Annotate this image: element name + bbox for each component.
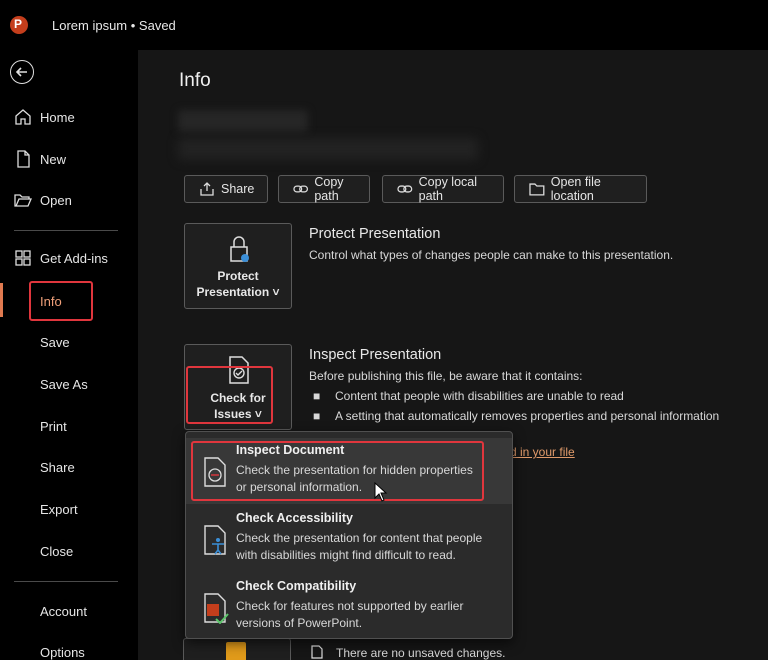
sidebar-item-export[interactable]: Export bbox=[0, 491, 138, 527]
sidebar-item-open[interactable]: Open bbox=[0, 182, 138, 218]
inspect-heading: Inspect Presentation bbox=[309, 347, 442, 363]
versions-status-text: There are no unsaved changes. bbox=[336, 646, 506, 660]
sidebar-item-get-add-ins[interactable]: Get Add-ins bbox=[0, 240, 138, 276]
open-file-location-button[interactable]: Open file location bbox=[514, 175, 647, 203]
share-button[interactable]: Share bbox=[184, 175, 268, 203]
file-icon bbox=[311, 645, 323, 659]
sidebar-item-options[interactable]: Options bbox=[0, 634, 138, 660]
bullet-marker: ■ bbox=[313, 409, 321, 423]
arrow-left-icon bbox=[15, 67, 27, 77]
menu-item-check-compatibility[interactable]: Check Compatibility Check for features n… bbox=[186, 574, 512, 640]
title-bar: Lorem ipsum • Saved bbox=[0, 0, 768, 50]
protect-presentation-button[interactable]: Protect Presentation ˅ bbox=[184, 223, 292, 309]
blurred-file-name bbox=[178, 110, 308, 132]
sidebar-item-save-as[interactable]: Save As bbox=[0, 366, 138, 402]
new-document-icon bbox=[17, 150, 30, 168]
inspect-description: Before publishing this file, be aware th… bbox=[309, 369, 583, 383]
accessibility-icon bbox=[204, 525, 226, 555]
share-icon bbox=[200, 182, 214, 196]
sidebar-divider bbox=[14, 581, 118, 582]
powerpoint-logo-icon bbox=[10, 16, 28, 34]
link-icon bbox=[397, 185, 413, 193]
sidebar-item-share[interactable]: Share bbox=[0, 449, 138, 485]
window-title: Lorem ipsum • Saved bbox=[52, 17, 176, 33]
compatibility-icon bbox=[204, 593, 229, 624]
sidebar-item-home[interactable]: Home bbox=[0, 99, 138, 135]
folder-icon bbox=[529, 183, 545, 196]
blurred-file-path bbox=[178, 138, 478, 160]
copy-path-button[interactable]: Copy path bbox=[278, 175, 370, 203]
document-icon bbox=[226, 642, 246, 660]
page-title: Info bbox=[179, 70, 211, 91]
sidebar-item-new[interactable]: New bbox=[0, 141, 138, 177]
sidebar-item-save[interactable]: Save bbox=[0, 324, 138, 360]
add-ins-icon bbox=[15, 250, 31, 266]
backstage-sidebar: Home New Open Get Add-ins Info Save Save… bbox=[0, 50, 138, 660]
back-button[interactable] bbox=[10, 60, 34, 84]
bullet-marker: ■ bbox=[313, 389, 321, 403]
check-for-issues-highlight bbox=[186, 366, 273, 424]
inspect-link[interactable]: d in your file bbox=[510, 445, 575, 459]
inspect-bullet: Content that people with disabilities ar… bbox=[335, 389, 624, 403]
inspect-document-highlight bbox=[191, 441, 484, 501]
sidebar-item-close[interactable]: Close bbox=[0, 533, 138, 569]
sidebar-divider bbox=[14, 230, 118, 231]
protect-heading: Protect Presentation bbox=[309, 226, 441, 242]
home-icon bbox=[15, 109, 31, 125]
link-icon bbox=[293, 185, 309, 193]
sidebar-item-print[interactable]: Print bbox=[0, 408, 138, 444]
protect-description: Control what types of changes people can… bbox=[309, 248, 674, 262]
copy-local-path-button[interactable]: Copy local path bbox=[382, 175, 504, 203]
sidebar-item-info[interactable]: Info bbox=[0, 283, 138, 319]
lock-icon bbox=[230, 236, 249, 262]
sidebar-item-account[interactable]: Account bbox=[0, 593, 138, 629]
folder-open-icon bbox=[14, 194, 32, 207]
mouse-cursor-icon bbox=[374, 482, 388, 502]
inspect-bullet: A setting that automatically removes pro… bbox=[335, 409, 720, 423]
menu-item-check-accessibility[interactable]: Check Accessibility Check the presentati… bbox=[186, 506, 512, 572]
